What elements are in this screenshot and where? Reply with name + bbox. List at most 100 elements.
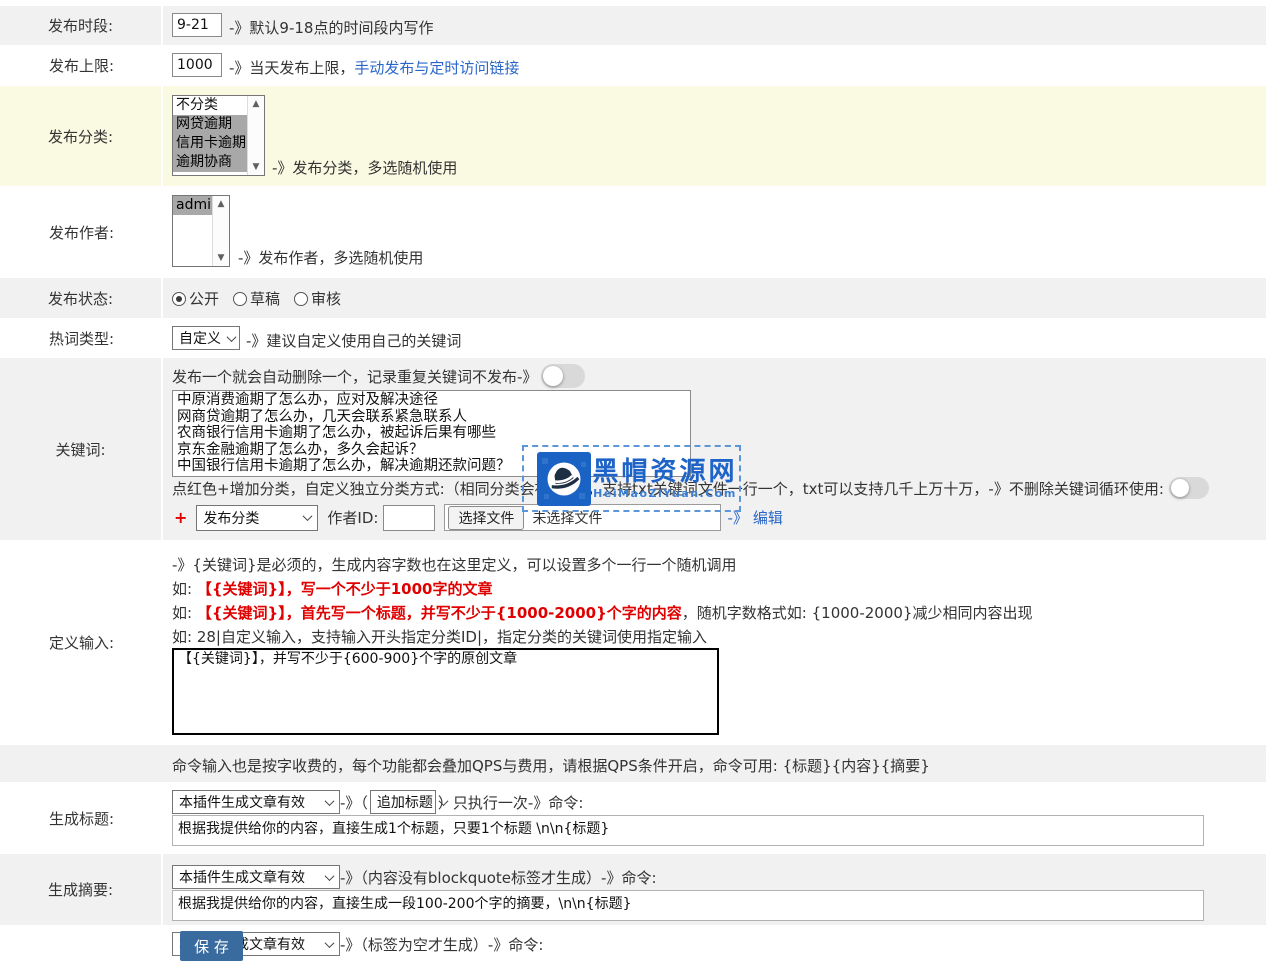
publish-author-listbox[interactable]: admin ▲ ▼ <box>172 195 230 267</box>
generate-abstract-command-textarea[interactable]: 根据我提供给你的内容，直接生成一段100-200个字的摘要，\n\n{标题} <box>172 890 1204 921</box>
publish-limit-label: 发布上限: <box>0 45 163 86</box>
scroll-up-icon[interactable]: ▲ <box>218 196 225 212</box>
toggle-knob <box>543 366 563 386</box>
row-publish-status: 发布状态: 公开 草稿 审核 <box>0 278 1266 318</box>
publish-status-label: 发布状态: <box>0 278 163 318</box>
line-rest: ，随机字数格式如: {1000-2000}减少相同内容出现 <box>682 604 1033 622</box>
hotword-type-label: 热词类型: <box>0 318 163 358</box>
publish-author-label: 发布作者: <box>0 186 163 278</box>
keyword-category-value: 发布分类 <box>203 508 259 528</box>
listbox-scrollbar[interactable]: ▲ ▼ <box>212 196 229 266</box>
keywords-toggle-note: 发布一个就会自动删除一个，记录重复关键词不发布-》 <box>172 366 537 387</box>
abstract-scope-select[interactable]: 本插件生成文章有效 <box>172 865 340 889</box>
publish-time-note: -》默认9-18点的时间段内写作 <box>229 17 433 38</box>
chevron-down-icon <box>227 332 237 342</box>
edit-link[interactable]: 编辑 <box>753 507 783 528</box>
hotword-type-note: -》建议自定义使用自己的关键词 <box>246 330 461 351</box>
publish-status-radios: 公开 草稿 审核 <box>172 288 355 309</box>
keywords-controls-line: + 发布分类 作者ID: 选择文件 未选择文件 -》 编辑 <box>174 504 783 531</box>
row-publish-limit: 发布上限: -》当天发布上限，手动发布与定时访问链接 <box>0 45 1266 86</box>
radio-icon[interactable] <box>172 292 186 306</box>
keywords-label: 关键词: <box>0 358 163 540</box>
row-generate-abstract: 生成摘要: 本插件生成文章有效 -》（内容没有blockquote标签才生成）-… <box>0 854 1266 925</box>
add-category-plus-button[interactable]: + <box>174 508 187 527</box>
tag-tail-note: -》（标签为空才生成）-》命令: <box>340 934 543 955</box>
category-option[interactable]: 不分类 <box>173 96 247 115</box>
line-red-example: 【{关键词}】，写一个不少于1000字的文章 <box>197 580 493 598</box>
scroll-up-icon[interactable]: ▲ <box>253 96 260 112</box>
edit-arrow: -》 <box>727 507 747 528</box>
keywords-toggle-line: 发布一个就会自动删除一个，记录重复关键词不发布-》 <box>172 364 585 388</box>
author-id-label: 作者ID: <box>327 507 378 528</box>
row-publish-author: 发布作者: admin ▲ ▼ -》发布作者，多选随机使用 <box>0 186 1266 278</box>
qps-note: 命令输入也是按字收费的，每个功能都会叠加QPS与费用，请根据QPS条件开启，命令… <box>172 755 930 776</box>
hotword-type-select[interactable]: 自定义 <box>172 326 240 350</box>
listbox-scrollbar[interactable]: ▲ ▼ <box>247 96 264 175</box>
manual-publish-link[interactable]: 手动发布与定时访问链接 <box>354 59 519 77</box>
custom-input-label: 定义输入: <box>0 540 163 745</box>
radio-icon[interactable] <box>233 292 247 306</box>
line-prefix: 如: <box>172 580 192 598</box>
radio-draft[interactable]: 草稿 <box>233 288 280 309</box>
publish-author-note: -》发布作者，多选随机使用 <box>238 247 423 268</box>
keywords-note2: 点红色+增加分类，自定义独立分类方式:（相同分类会被覆盖），支持txt关键词文件… <box>172 478 1164 499</box>
row-keywords: 关键词: 发布一个就会自动删除一个，记录重复关键词不发布-》 中原消费逾期了怎么… <box>0 358 1266 540</box>
publish-category-listbox[interactable]: 不分类 网贷逾期 信用卡逾期 逾期协商 ▲ ▼ <box>172 95 265 176</box>
scroll-down-icon[interactable]: ▼ <box>253 159 260 175</box>
title-tail-note: ）只执行一次-》命令: <box>438 792 583 813</box>
radio-icon[interactable] <box>294 292 308 306</box>
chevron-down-icon <box>325 796 335 806</box>
publish-limit-input[interactable] <box>172 53 222 77</box>
file-status-text: 未选择文件 <box>532 508 602 528</box>
publish-category-options: 不分类 网贷逾期 信用卡逾期 逾期协商 <box>173 96 247 175</box>
custom-input-line4: 如: 28|自定义输入，支持输入开头指定分类ID|，指定分类的关键词使用指定输入 <box>172 626 707 647</box>
generate-abstract-label: 生成摘要: <box>0 854 163 925</box>
keywords-textarea[interactable]: 中原消费逾期了怎么办，应对及解决途径 网商贷逾期了怎么办，几天会联系紧急联系人 … <box>172 390 691 477</box>
save-button[interactable]: 保 存 <box>180 931 243 961</box>
publish-category-note: -》发布分类，多选随机使用 <box>272 157 457 178</box>
chevron-down-icon <box>325 938 335 948</box>
scroll-down-icon[interactable]: ▼ <box>218 250 225 266</box>
title-scope-select[interactable]: 本插件生成文章有效 <box>172 790 340 814</box>
generate-title-controls: 本插件生成文章有效 -》（ 追加标题 ）只执行一次-》命令: <box>172 790 583 814</box>
row-qps-note: 命令输入也是按字收费的，每个功能都会叠加QPS与费用，请根据QPS条件开启，命令… <box>0 745 1266 782</box>
row-generate-tag: 本插件生成文章有效 -》（标签为空才生成）-》命令: 保 存 <box>0 925 1266 960</box>
plugin-settings-page: { "rows": { "time": { "label": "发布时段:", … <box>0 0 1266 960</box>
publish-time-input[interactable] <box>172 13 222 37</box>
category-option[interactable]: 逾期协商 <box>173 153 247 172</box>
category-option[interactable]: 网贷逾期 <box>173 115 247 134</box>
author-option[interactable]: admin <box>173 196 212 215</box>
dedupe-toggle[interactable] <box>541 364 585 388</box>
publish-limit-note-text: -》当天发布上限， <box>229 59 354 77</box>
keyword-loop-toggle[interactable] <box>1169 477 1209 499</box>
hotword-type-value: 自定义 <box>179 328 221 348</box>
generate-abstract-controls: 本插件生成文章有效 -》（内容没有blockquote标签才生成）-》命令: <box>172 865 657 889</box>
radio-label: 草稿 <box>250 288 280 309</box>
radio-public[interactable]: 公开 <box>172 288 219 309</box>
chevron-down-icon <box>325 871 335 881</box>
keyword-category-select[interactable]: 发布分类 <box>196 505 318 531</box>
publish-limit-note: -》当天发布上限，手动发布与定时访问链接 <box>229 57 519 78</box>
custom-input-line1: -》{关键词}是必须的，生成内容字数也在这里定义，可以设置多个一行一个随机调用 <box>172 554 737 575</box>
title-mode-value: 追加标题 <box>377 792 433 812</box>
keywords-note2-line: 点红色+增加分类，自定义独立分类方式:（相同分类会被覆盖），支持txt关键词文件… <box>172 477 1209 499</box>
keyword-file-input[interactable]: 选择文件 未选择文件 <box>444 504 721 531</box>
custom-input-line2: 如: 【{关键词}】，写一个不少于1000字的文章 <box>172 578 492 599</box>
radio-review[interactable]: 审核 <box>294 288 341 309</box>
row-generate-title: 生成标题: 本插件生成文章有效 -》（ 追加标题 ）只执行一次-》命令: 根据我… <box>0 782 1266 854</box>
generate-title-command-textarea[interactable]: 根据我提供给你的内容，直接生成1个标题，只要1个标题 \n\n{标题} <box>172 815 1204 846</box>
category-option[interactable]: 信用卡逾期 <box>173 134 247 153</box>
line-red-example: 【{关键词}】，首先写一个标题，并写不少于{1000-2000}个字的内容 <box>197 604 682 622</box>
abstract-scope-value: 本插件生成文章有效 <box>179 867 305 887</box>
custom-input-textarea[interactable]: 【{关键词}】，并写不少于{600-900}个字的原创文章 <box>172 648 719 735</box>
row-hotword-type: 热词类型: 自定义 -》建议自定义使用自己的关键词 <box>0 318 1266 358</box>
radio-label: 公开 <box>189 288 219 309</box>
custom-input-line3: 如: 【{关键词}】，首先写一个标题，并写不少于{1000-2000}个字的内容… <box>172 602 1032 623</box>
title-scope-value: 本插件生成文章有效 <box>179 792 305 812</box>
author-id-input[interactable] <box>383 505 435 531</box>
line-prefix: 如: <box>172 604 192 622</box>
title-mode-select[interactable]: 追加标题 <box>370 790 436 814</box>
abstract-tail-note: -》（内容没有blockquote标签才生成）-》命令: <box>340 867 657 888</box>
title-arrow: -》（ <box>340 792 368 813</box>
choose-file-button[interactable]: 选择文件 <box>448 506 524 530</box>
